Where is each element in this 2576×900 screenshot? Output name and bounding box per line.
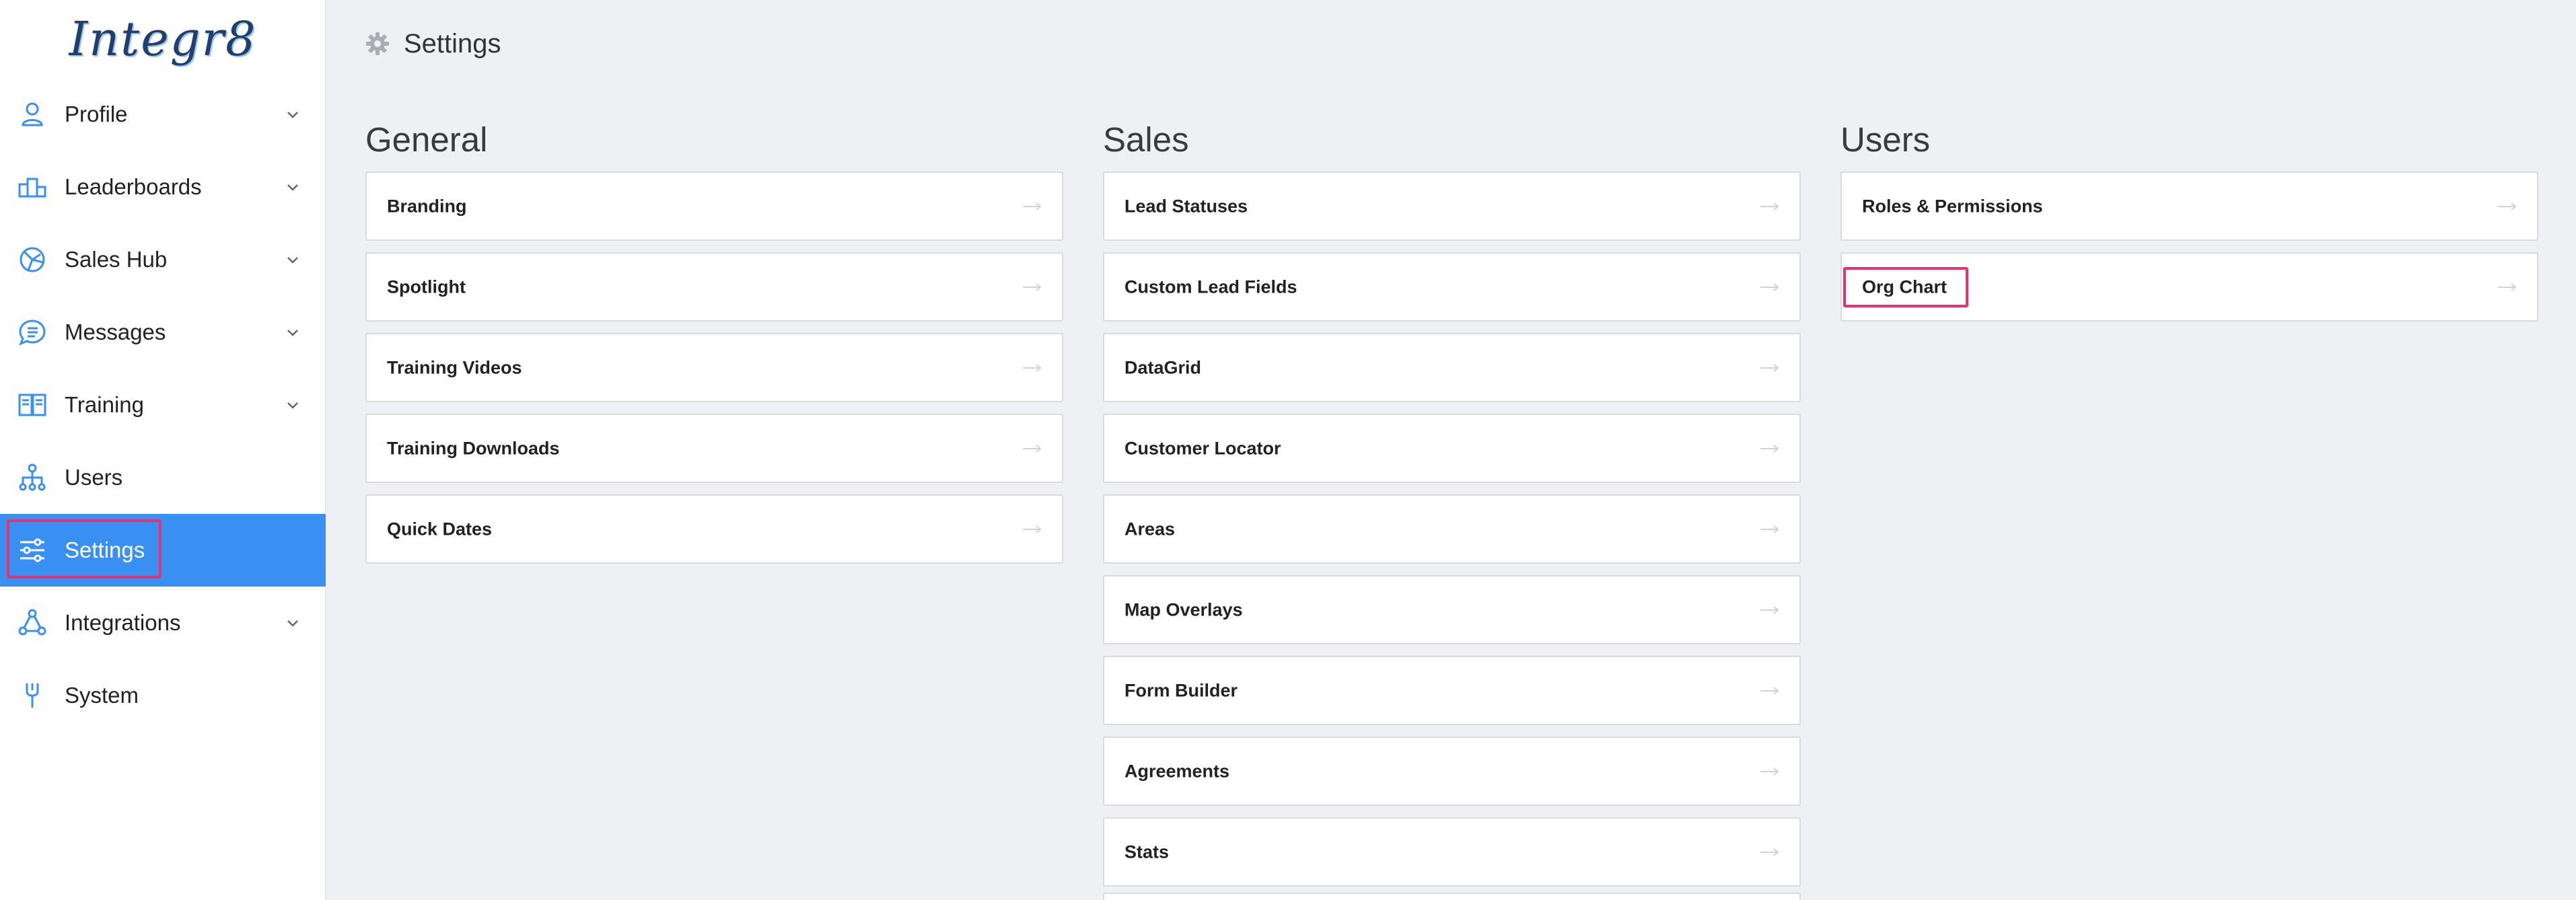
user-icon — [17, 100, 47, 129]
settings-item-branding[interactable]: Branding — [365, 172, 1063, 241]
section-general: General Branding Spotlight Training Vide… — [365, 118, 1063, 564]
settings-item-label: Form Builder — [1124, 680, 1238, 700]
settings-item-map-overlays[interactable]: Map Overlays — [1103, 575, 1801, 644]
gear-icon — [366, 32, 389, 55]
messages-icon — [17, 317, 47, 347]
settings-item-label: Agreements — [1124, 761, 1230, 781]
section-title: General — [365, 120, 488, 159]
settings-item-form-builder[interactable]: Form Builder — [1103, 656, 1801, 725]
arrow-right-icon — [1760, 444, 1779, 453]
settings-item-areas[interactable]: Areas — [1103, 494, 1801, 564]
sales-hub-icon — [17, 245, 47, 274]
settings-item-label: Custom Lead Fields — [1124, 276, 1297, 297]
sidebar-item-label: Training — [65, 392, 144, 417]
sidebar-item-label: Integrations — [65, 610, 181, 635]
arrow-right-icon — [1023, 283, 1042, 291]
section-title: Users — [1840, 120, 1931, 159]
sidebar-item-users[interactable]: Users — [0, 441, 326, 514]
chevron-down-icon — [284, 106, 301, 123]
settings-item-label: Org Chart — [1862, 276, 1947, 297]
org-users-icon — [17, 463, 47, 492]
chevron-down-icon — [284, 396, 301, 414]
arrow-right-icon — [2498, 283, 2517, 291]
settings-item-label: Lead Statuses — [1124, 196, 1248, 216]
sidebar-item-integrations[interactable]: Integrations — [0, 587, 326, 659]
section-title: Sales — [1103, 120, 1189, 159]
sidebar-item-training[interactable]: Training — [0, 369, 326, 441]
sidebar-item-messages[interactable]: Messages — [0, 296, 326, 369]
arrow-right-icon — [1023, 202, 1042, 211]
arrow-right-icon — [1760, 202, 1779, 211]
settings-item-label: Training Videos — [387, 357, 522, 377]
sidebar-item-label: Leaderboards — [65, 174, 202, 199]
sidebar-item-label: Sales Hub — [65, 247, 168, 272]
settings-item-quick-dates[interactable]: Quick Dates — [365, 494, 1063, 564]
training-icon — [17, 390, 47, 420]
settings-item-label: Stats — [1124, 841, 1170, 862]
arrow-right-icon — [1760, 283, 1779, 291]
settings-item-agreements[interactable]: Agreements — [1103, 737, 1801, 806]
arrow-right-icon — [1023, 525, 1042, 533]
wrench-icon — [17, 681, 47, 710]
sidebar-item-label: Profile — [65, 102, 128, 126]
settings-item-label: Spotlight — [387, 276, 466, 297]
settings-item-org-chart[interactable]: Org Chart — [1840, 252, 2538, 322]
section-sales: Sales Lead Statuses Custom Lead Fields D… — [1103, 118, 1801, 900]
sidebar-item-profile[interactable]: Profile — [0, 78, 326, 151]
sidebar-item-sales-hub[interactable]: Sales Hub — [0, 223, 326, 296]
settings-item-label: Map Overlays — [1124, 599, 1243, 620]
arrow-right-icon — [1760, 686, 1779, 695]
settings-item-partial[interactable] — [1103, 893, 1801, 900]
arrow-right-icon — [1023, 363, 1042, 372]
arrow-right-icon — [1760, 363, 1779, 372]
page-header: Settings — [365, 27, 501, 61]
settings-item-label: Quick Dates — [387, 519, 493, 539]
sidebar-item-label: Messages — [65, 320, 166, 344]
chevron-down-icon — [284, 251, 301, 268]
sidebar-item-system[interactable]: System — [0, 659, 326, 732]
arrow-right-icon — [1760, 848, 1779, 856]
chevron-down-icon — [284, 614, 301, 632]
settings-item-custom-lead-fields[interactable]: Custom Lead Fields — [1103, 252, 1801, 322]
sidebar-item-label: Users — [65, 465, 123, 490]
settings-item-label: Areas — [1124, 519, 1176, 539]
section-users: Users Roles & Permissions Org Chart — [1840, 118, 2538, 322]
arrow-right-icon — [1760, 767, 1779, 776]
arrow-right-icon — [1760, 605, 1779, 614]
settings-item-label: Branding — [387, 196, 467, 216]
settings-item-label: Training Downloads — [387, 438, 560, 458]
sidebar-item-leaderboards[interactable]: Leaderboards — [0, 151, 326, 223]
arrow-right-icon — [1023, 444, 1042, 453]
settings-item-training-videos[interactable]: Training Videos — [365, 333, 1063, 402]
settings-item-training-downloads[interactable]: Training Downloads — [365, 414, 1063, 483]
settings-item-roles-permissions[interactable]: Roles & Permissions — [1840, 172, 2538, 241]
logo-text: Integr8 — [69, 11, 257, 67]
settings-item-lead-statuses[interactable]: Lead Statuses — [1103, 172, 1801, 241]
sidebar-item-settings[interactable]: Settings — [0, 514, 326, 587]
settings-item-spotlight[interactable]: Spotlight — [365, 252, 1063, 322]
settings-item-stats[interactable]: Stats — [1103, 817, 1801, 887]
sidebar-item-label: System — [65, 683, 139, 708]
leaderboard-icon — [17, 172, 47, 202]
integrations-icon — [17, 608, 47, 638]
arrow-right-icon — [2498, 202, 2517, 211]
settings-item-label: DataGrid — [1124, 357, 1202, 377]
page-title: Settings — [404, 28, 501, 59]
settings-item-customer-locator[interactable]: Customer Locator — [1103, 414, 1801, 483]
chevron-down-icon — [284, 324, 301, 341]
settings-item-label: Roles & Permissions — [1862, 196, 2043, 216]
settings-item-datagrid[interactable]: DataGrid — [1103, 333, 1801, 402]
chevron-down-icon — [284, 178, 301, 196]
highlight-box — [7, 519, 162, 578]
brand-logo[interactable]: Integr8 — [0, 5, 326, 73]
settings-item-label: Customer Locator — [1124, 438, 1281, 458]
arrow-right-icon — [1760, 525, 1779, 533]
sidebar: Integr8 Profile Leaderboards Sales Hub M… — [0, 0, 326, 900]
